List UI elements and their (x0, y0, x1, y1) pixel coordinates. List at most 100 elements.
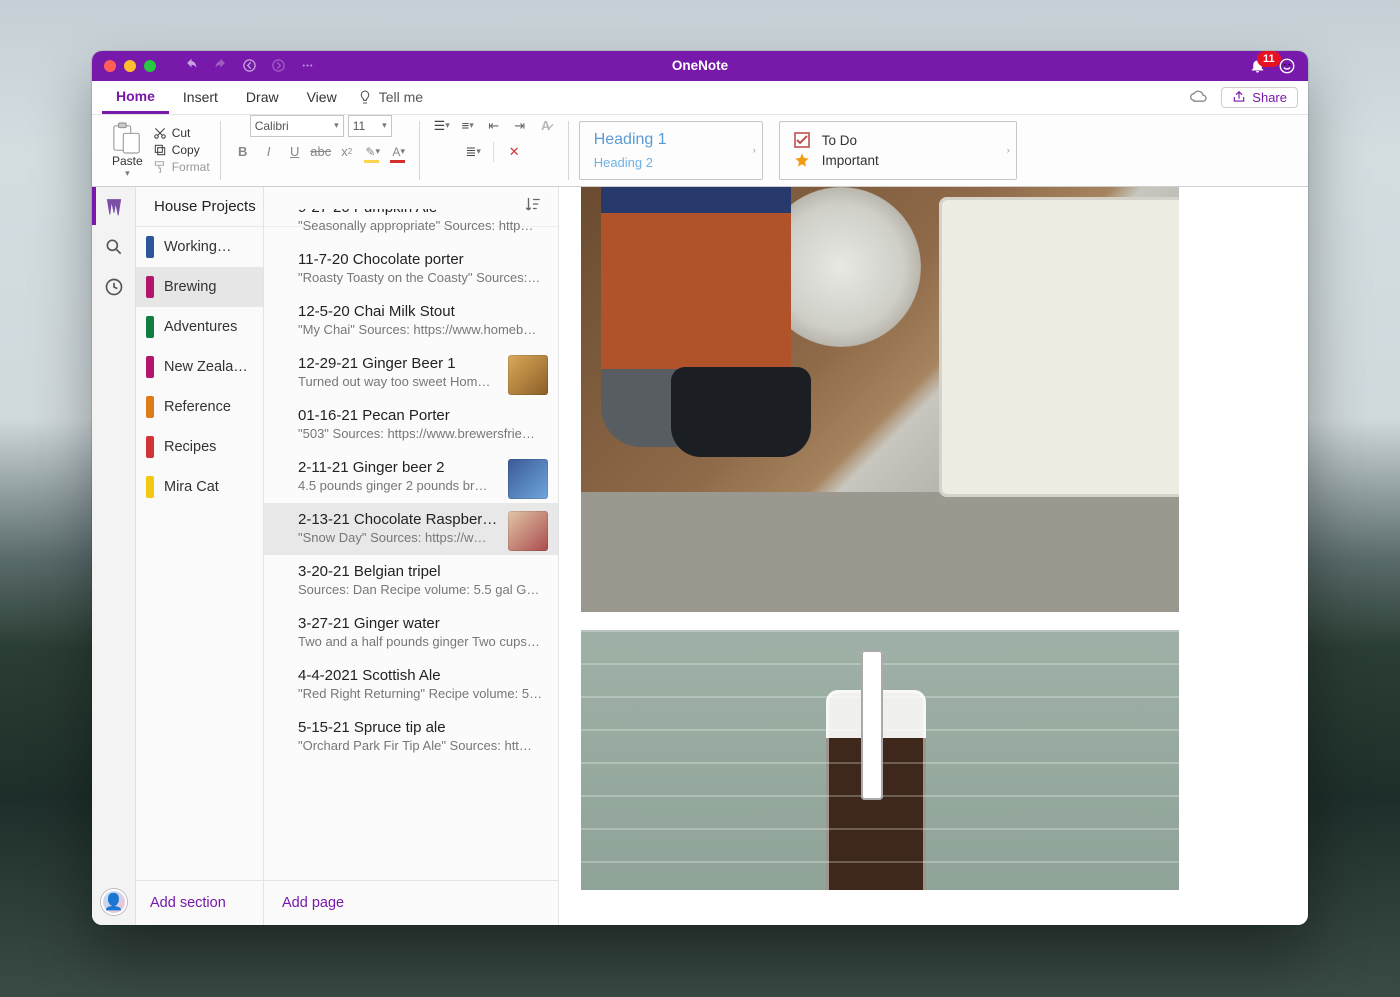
section-color-tab (146, 316, 154, 338)
page-item[interactable]: 2-13-21 Chocolate Raspber…"Snow Day" Sou… (264, 503, 558, 555)
tab-draw[interactable]: Draw (232, 80, 293, 114)
section-color-tab (146, 236, 154, 258)
font-size-select[interactable]: 11▾ (348, 115, 392, 137)
tab-home[interactable]: Home (102, 80, 169, 114)
section-item[interactable]: Working… (136, 227, 263, 267)
notebooks-icon[interactable] (104, 197, 124, 217)
page-item[interactable]: 3-20-21 Belgian tripelSources: Dan Recip… (264, 555, 558, 607)
page-item[interactable]: 9-27-20 Pumpkin Ale "Seasonally appropria… (264, 209, 558, 243)
font-color-button[interactable]: A▾ (387, 141, 411, 163)
section-label: Mira Cat (164, 479, 219, 495)
account-avatar[interactable]: 👤 (101, 889, 127, 915)
sync-status-icon[interactable] (1189, 87, 1209, 107)
add-page-button[interactable]: Add page (264, 880, 558, 925)
tag-todo[interactable]: To Do (780, 130, 1016, 150)
tag-important[interactable]: Important (780, 150, 1016, 170)
section-color-tab (146, 396, 154, 418)
paste-button[interactable]: Paste ▾ (108, 120, 147, 181)
embedded-photo-brewing[interactable] (581, 187, 1179, 612)
redo-icon[interactable] (213, 58, 228, 73)
section-color-tab (146, 356, 154, 378)
highlight-color-button[interactable]: ✎▾ (361, 141, 385, 163)
page-preview: "Seasonally appropriate" Sources: http… (298, 218, 544, 233)
paste-label: Paste (112, 154, 143, 168)
recent-icon[interactable] (104, 277, 124, 297)
left-rail: 👤 (92, 187, 136, 925)
page-thumbnail (508, 459, 548, 499)
page-preview: "Red Right Returning" Recipe volume: 5… (298, 686, 544, 701)
nav-back-icon[interactable] (242, 58, 257, 73)
cut-button[interactable]: Cut (153, 126, 210, 140)
minimize-window-button[interactable] (124, 60, 136, 72)
page-item[interactable]: 01-16-21 Pecan Porter"503" Sources: http… (264, 399, 558, 451)
numbered-list-button[interactable]: ≡▾ (456, 115, 480, 137)
subscript-button[interactable]: x2 (335, 141, 359, 163)
page-thumbnail (508, 511, 548, 551)
embedded-photo-hydrometer[interactable] (581, 630, 1179, 890)
page-item[interactable]: 2-11-21 Ginger beer 24.5 pounds ginger 2… (264, 451, 558, 503)
page-preview: Sources: Dan Recipe volume: 5.5 gal G… (298, 582, 544, 597)
page-item[interactable]: 12-5-20 Chai Milk Stout"My Chai" Sources… (264, 295, 558, 347)
copy-button[interactable]: Copy (153, 143, 210, 157)
section-label: Adventures (164, 319, 237, 335)
page-item[interactable]: 4-4-2021 Scottish Ale"Red Right Returnin… (264, 659, 558, 711)
notification-count-badge: 11 (1257, 51, 1281, 67)
feedback-smile-icon[interactable] (1278, 57, 1296, 75)
notebook-picker[interactable]: House Projects ▾ (136, 187, 263, 227)
section-label: Brewing (164, 279, 216, 295)
increase-indent-button[interactable]: ⇥ (508, 115, 532, 137)
styles-gallery[interactable]: Heading 1 Heading 2 › (579, 121, 763, 180)
decrease-indent-button[interactable]: ⇤ (482, 115, 506, 137)
close-window-button[interactable] (104, 60, 116, 72)
bold-button[interactable]: B (231, 141, 255, 163)
font-family-select[interactable]: Calibri▾ (250, 115, 344, 137)
page-title: 2-11-21 Ginger beer 2 (298, 459, 500, 476)
zoom-window-button[interactable] (144, 60, 156, 72)
nav-forward-icon[interactable] (271, 58, 286, 73)
page-preview: "Orchard Park Fir Tip Ale" Sources: htt… (298, 738, 544, 753)
tell-me-label: Tell me (379, 89, 423, 105)
strikethrough-button[interactable]: abc (309, 141, 333, 163)
page-item[interactable]: 3-27-21 Ginger waterTwo and a half pound… (264, 607, 558, 659)
page-item[interactable]: 5-15-21 Spruce tip ale"Orchard Park Fir … (264, 711, 558, 763)
chevron-right-icon: › (1007, 145, 1010, 155)
title-bar: OneNote 11 (92, 51, 1308, 81)
pages-panel: 9-27-20 Pumpkin Ale "Seasonally appropria… (264, 187, 559, 925)
page-item[interactable]: 11-7-20 Chocolate porter"Roasty Toasty o… (264, 243, 558, 295)
italic-button[interactable]: I (257, 141, 281, 163)
page-title: 9-27-20 Pumpkin Ale (298, 209, 544, 216)
section-item[interactable]: Brewing (136, 267, 263, 307)
tab-view[interactable]: View (293, 80, 351, 114)
window-controls (92, 60, 156, 72)
tab-insert[interactable]: Insert (169, 80, 232, 114)
section-item[interactable]: New Zeala… (136, 347, 263, 387)
section-item[interactable]: Recipes (136, 427, 263, 467)
underline-button[interactable]: U (283, 141, 307, 163)
bulleted-list-button[interactable]: ☰▾ (430, 115, 454, 137)
delete-button[interactable]: ✕ (502, 141, 526, 163)
more-icon[interactable] (300, 58, 315, 73)
page-thumbnail (508, 355, 548, 395)
share-button[interactable]: Share (1221, 87, 1298, 108)
format-painter-button[interactable]: Format (153, 160, 210, 174)
section-item[interactable]: Adventures (136, 307, 263, 347)
page-item[interactable]: 12-29-21 Ginger Beer 1Turned out way too… (264, 347, 558, 399)
tags-gallery[interactable]: To Do Important › (779, 121, 1017, 180)
tell-me-search[interactable]: Tell me (357, 89, 423, 105)
section-item[interactable]: Mira Cat (136, 467, 263, 507)
app-window: OneNote 11 Home Insert Draw View Tell me… (92, 51, 1308, 925)
add-section-button[interactable]: Add section (136, 880, 263, 925)
style-heading1[interactable]: Heading 1 (594, 131, 748, 149)
search-icon[interactable] (104, 237, 124, 257)
section-item[interactable]: Reference (136, 387, 263, 427)
section-color-tab (146, 276, 154, 298)
chevron-right-icon: › (753, 145, 756, 155)
note-canvas[interactable] (559, 187, 1308, 925)
main-body: 👤 House Projects ▾ Working… Brewing Advent… (92, 187, 1308, 925)
alignment-button[interactable]: ≣ ▾ (461, 141, 485, 163)
notifications-icon[interactable]: 11 (1249, 57, 1266, 74)
clear-formatting-button[interactable]: A̷ (534, 115, 558, 137)
style-heading2[interactable]: Heading 2 (594, 155, 748, 170)
undo-icon[interactable] (184, 58, 199, 73)
sections-panel: House Projects ▾ Working… Brewing Adventur… (136, 187, 264, 925)
